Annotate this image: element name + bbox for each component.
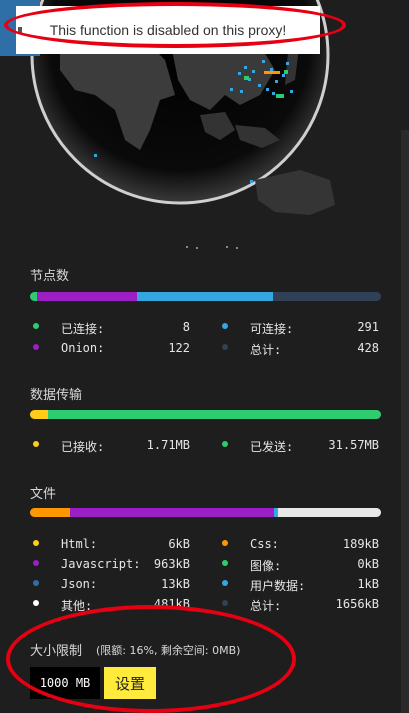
legend-item: 已连接: 8	[33, 320, 190, 336]
legend-item: Html: 6kB	[33, 537, 190, 553]
transfer-bar	[30, 410, 381, 419]
legend-value: 1656kB	[335, 597, 379, 611]
legend-label: 已连接:	[61, 322, 105, 336]
legend-value: 963kB	[153, 557, 190, 571]
legend-dot-icon	[222, 323, 228, 329]
legend-value: 0kB	[357, 557, 379, 571]
bar-segment	[30, 410, 49, 419]
close-icon[interactable]	[18, 27, 22, 33]
files-bar	[30, 508, 381, 517]
legend-item: 总计: 428	[222, 341, 379, 357]
legend-dot-icon	[222, 600, 228, 606]
bar-segment	[36, 292, 137, 301]
transfer-title: 数据传输	[30, 388, 83, 403]
legend-dot-icon	[33, 540, 39, 546]
legend-label: Onion:	[61, 341, 105, 355]
legend-dot-icon	[33, 323, 39, 329]
size-limit-note: (限额: 16%, 剩余空间: 0MB)	[96, 644, 241, 657]
legend-dot-icon	[222, 441, 228, 447]
bar-segment	[48, 410, 381, 419]
legend-item: 总计: 1656kB	[222, 597, 379, 613]
legend-value: 428	[357, 341, 379, 355]
legend-item: Javascript: 963kB	[33, 557, 190, 573]
disabled-notice: This function is disabled on this proxy!	[16, 6, 320, 54]
bar-segment	[70, 508, 275, 517]
legend-item: Json: 13kB	[33, 577, 190, 593]
legend-dot-icon	[33, 344, 39, 350]
size-limit-label: 大小限制	[30, 644, 83, 659]
legend-value: 481kB	[153, 597, 190, 611]
bar-segment	[30, 508, 70, 517]
nodes-title: 节点数	[30, 269, 70, 284]
legend-item: Css: 189kB	[222, 537, 379, 553]
legend-item: 可连接: 291	[222, 320, 379, 336]
legend-label: 总计:	[250, 343, 282, 357]
scrollbar[interactable]	[401, 130, 409, 713]
legend-value: 1.71MB	[146, 438, 190, 452]
size-limit-input[interactable]: 1000 MB	[30, 667, 100, 699]
legend-dot-icon	[33, 600, 39, 606]
legend-value: 31.57MB	[328, 438, 379, 452]
legend-label: 总计:	[250, 599, 282, 613]
legend-value: 8	[182, 320, 190, 334]
legend-dot-icon	[222, 560, 228, 566]
legend-label: 图像:	[250, 559, 282, 573]
bar-segment	[30, 292, 37, 301]
files-title: 文件	[30, 487, 57, 502]
bar-segment	[136, 292, 274, 301]
legend-value: 1kB	[357, 577, 379, 591]
legend-label: 用户数据:	[250, 579, 306, 593]
legend-item: 已发送: 31.57MB	[222, 438, 379, 454]
legend-label: 已接收:	[61, 440, 105, 454]
legend-label: Css:	[250, 537, 279, 551]
legend-value: 6kB	[168, 537, 190, 551]
legend-dot-icon	[33, 580, 39, 586]
legend-dot-icon	[33, 441, 39, 447]
legend-item: 图像: 0kB	[222, 557, 379, 573]
legend-label: Json:	[61, 577, 98, 591]
set-button[interactable]: 设置	[104, 667, 156, 699]
bar-segment	[273, 292, 381, 301]
legend-value: 189kB	[342, 537, 379, 551]
legend-dot-icon	[222, 580, 228, 586]
legend-label: 其他:	[61, 599, 93, 613]
legend-item: Onion: 122	[33, 341, 190, 357]
legend-label: 已发送:	[250, 440, 294, 454]
legend-item: 其他: 481kB	[33, 597, 190, 613]
bar-segment	[278, 508, 381, 517]
legend-dot-icon	[33, 560, 39, 566]
legend-label: Javascript:	[61, 557, 141, 571]
legend-item: 已接收: 1.71MB	[33, 438, 190, 454]
legend-value: 122	[168, 341, 190, 355]
legend-dot-icon	[222, 344, 228, 350]
legend-value: 291	[357, 320, 379, 334]
legend-item: 用户数据: 1kB	[222, 577, 379, 593]
nodes-bar	[30, 292, 381, 301]
legend-label: 可连接:	[250, 322, 294, 336]
legend-value: 13kB	[161, 577, 190, 591]
legend-label: Html:	[61, 537, 98, 551]
notice-text: This function is disabled on this proxy!	[49, 22, 287, 38]
legend-dot-icon	[222, 540, 228, 546]
